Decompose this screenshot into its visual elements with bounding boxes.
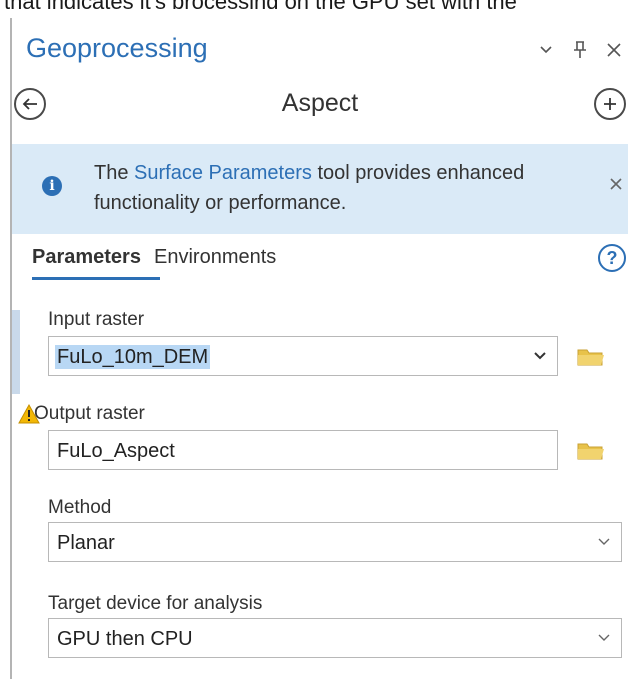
info-prefix: The	[94, 162, 135, 184]
pane-title: Geoprocessing	[26, 33, 208, 63]
target-device-value: GPU then CPU	[57, 628, 193, 650]
help-question-icon[interactable]: ?	[598, 244, 626, 272]
target-device-label: Target device for analysis	[48, 593, 263, 614]
output-raster-label: Output raster	[34, 403, 145, 424]
input-raster-label: Input raster	[48, 309, 145, 330]
background-caption-text: that indicates it's processing on the GP…	[0, 0, 628, 9]
active-parameter-indicator	[12, 310, 20, 394]
output-raster-field[interactable]: FuLo_Aspect	[48, 430, 558, 470]
tool-name: Aspect	[281, 89, 359, 117]
info-banner: i The Surface Parameters tool provides e…	[12, 144, 628, 234]
active-tab-underline	[32, 277, 160, 280]
tool-nav-row: Aspect	[12, 84, 628, 124]
pin-icon[interactable]	[570, 40, 590, 60]
output-raster-value: FuLo_Aspect	[57, 440, 175, 462]
input-raster-folder-icon[interactable]	[576, 344, 606, 368]
tab-parameters[interactable]: Parameters	[32, 242, 141, 272]
target-device-dropdown[interactable]: GPU then CPU	[48, 618, 622, 658]
add-button[interactable]	[594, 88, 626, 120]
info-icon: i	[42, 176, 62, 196]
tab-strip: Parameters Environments ?	[12, 242, 628, 290]
chevron-down-icon[interactable]	[533, 343, 547, 368]
geoprocessing-pane: Geoprocessing Aspect i The Surface Param…	[12, 18, 628, 679]
banner-close-icon[interactable]	[608, 172, 624, 198]
surface-parameters-link[interactable]: Surface Parameters	[134, 162, 312, 184]
info-banner-text: The Surface Parameters tool provides enh…	[94, 158, 554, 218]
method-dropdown[interactable]: Planar	[48, 522, 622, 562]
plus-icon	[604, 98, 616, 110]
method-label: Method	[48, 497, 112, 518]
chevron-down-icon[interactable]	[597, 625, 611, 650]
chevron-down-icon[interactable]	[597, 529, 611, 554]
tab-environments[interactable]: Environments	[154, 242, 276, 272]
close-icon[interactable]	[604, 40, 624, 60]
chevron-down-icon[interactable]	[536, 40, 556, 60]
input-raster-value: FuLo_10m_DEM	[55, 345, 211, 369]
input-raster-field[interactable]: FuLo_10m_DEM	[48, 336, 558, 376]
method-value: Planar	[57, 532, 115, 554]
pane-title-controls	[536, 38, 624, 62]
output-raster-folder-icon[interactable]	[576, 438, 606, 462]
